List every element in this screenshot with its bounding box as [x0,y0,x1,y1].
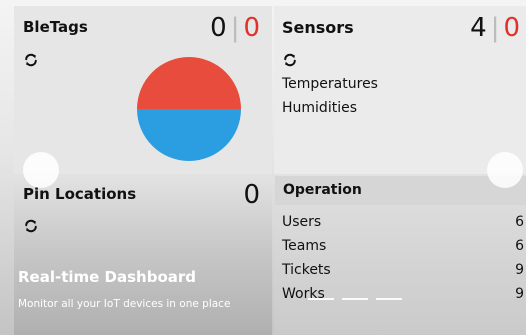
bletags-title: BleTags [23,18,88,36]
sensor-type-list: Temperatures Humidities [282,72,378,120]
carousel-caption-text: Monitor all your IoT devices in one plac… [18,298,231,310]
pin-locations-count: 0 [243,180,260,210]
operation-row-value: 6 [515,238,524,254]
carousel-next-button[interactable] [487,152,523,188]
sensors-counter: 4 | 0 [470,13,520,43]
pie-segment-red [137,57,241,109]
carousel-indicator[interactable] [376,298,402,300]
bletags-count-b: 0 [243,13,260,43]
bletags-panel: BleTags 0 | 0 [14,6,272,174]
operation-row-teams[interactable]: Teams 6 [282,234,526,258]
pie-segment-blue [137,109,241,161]
carousel-prev-button[interactable] [23,152,59,188]
operation-row-users[interactable]: Users 6 [282,210,526,234]
operation-row-label: Teams [282,238,327,254]
refresh-icon[interactable] [283,52,297,67]
carousel-indicator[interactable] [308,298,334,300]
pin-locations-panel: Pin Locations 0 [14,176,272,335]
operation-title: Operation [275,176,526,205]
refresh-icon[interactable] [24,218,38,233]
operation-row-value: 6 [515,214,524,230]
sensors-panel: Sensors 4 | 0 Temperatures Humidities [274,6,526,174]
carousel-indicator[interactable] [342,298,368,300]
carousel-caption: Real-time Dashboard Monitor all your IoT… [18,268,230,310]
operation-row-value: 9 [515,262,524,278]
operation-row-label: Tickets [282,262,331,278]
operation-row-label: Users [282,214,322,230]
carousel-caption-title: Real-time Dashboard [18,268,197,286]
sensors-separator: | [490,13,500,43]
sensor-type-temperatures[interactable]: Temperatures [282,72,378,96]
sensors-count-a: 4 [470,13,487,43]
bletags-pie-chart [137,57,241,161]
bletags-counter: 0 | 0 [210,13,260,43]
refresh-icon[interactable] [24,52,38,67]
operation-row-value: 9 [515,286,524,302]
operation-row-tickets[interactable]: Tickets 9 [282,258,526,282]
bletags-count-a: 0 [210,13,227,43]
sensors-title: Sensors [282,18,354,37]
sensor-type-humidities[interactable]: Humidities [282,96,378,120]
sensors-count-b: 0 [503,13,520,43]
operation-panel: Operation Users 6 Teams 6 Tickets 9 Work… [274,176,526,335]
bletags-separator: | [230,13,240,43]
operation-row-works[interactable]: Works 9 [282,282,526,306]
